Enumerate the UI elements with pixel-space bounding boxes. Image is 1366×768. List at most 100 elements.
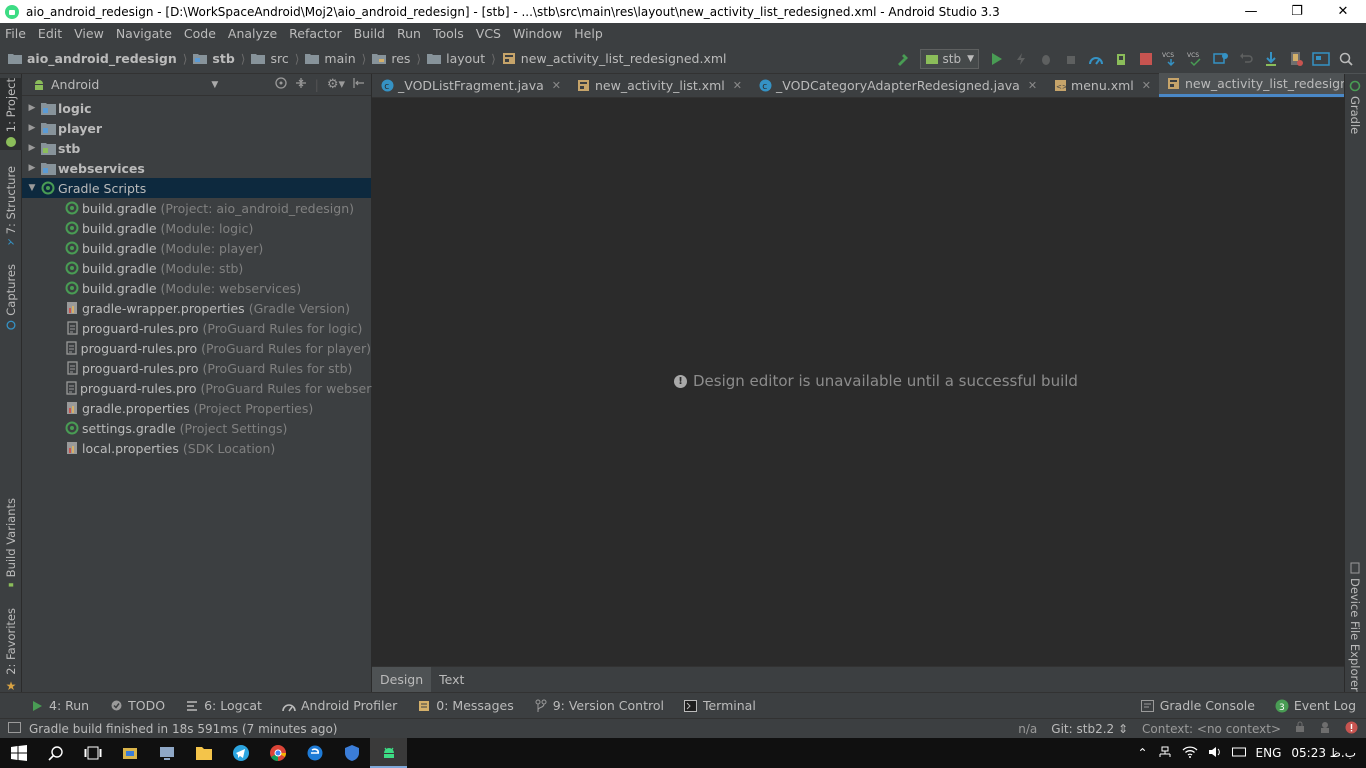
design-editor[interactable]: ! Design editor is unavailable until a s… — [372, 98, 1344, 666]
menu-window[interactable]: Window — [507, 23, 568, 44]
stop-icon[interactable] — [1133, 48, 1158, 70]
tool-messages[interactable]: 0: Messages — [407, 698, 523, 713]
keyboard-icon[interactable] — [1231, 746, 1246, 761]
collapse-all-icon[interactable] — [295, 77, 307, 92]
tab-favorites[interactable]: 2: Favorites ★ — [0, 608, 22, 693]
tree-item-file[interactable]: proguard-rules.pro (ProGuard Rules for we… — [22, 378, 408, 398]
tool-android-profiler[interactable]: Android Profiler — [272, 698, 407, 713]
menu-navigate[interactable]: Navigate — [110, 23, 178, 44]
tree-item-file[interactable]: build.gradle (Project: aio_android_redesi… — [22, 198, 371, 218]
tree-item-file[interactable]: build.gradle (Module: logic) — [22, 218, 371, 238]
close-tab-icon[interactable]: ✕ — [733, 79, 742, 92]
menu-run[interactable]: Run — [391, 23, 427, 44]
folder-icon[interactable] — [185, 738, 222, 768]
editor-tab[interactable]: c _VODCategoryAdapterRedesigned.java ✕ — [750, 73, 1045, 97]
hide-panel-icon[interactable] — [353, 77, 365, 92]
chevron-up-icon[interactable]: ⌃ — [1137, 746, 1147, 760]
make-project-icon[interactable] — [891, 48, 916, 70]
tab-gradle[interactable]: Gradle — [1348, 80, 1362, 134]
tab-project[interactable]: 1: Project — [0, 78, 22, 150]
tree-item-module[interactable]: ▶ stb — [22, 138, 371, 158]
expand-arrow-icon[interactable]: ▶ — [24, 143, 40, 153]
apply-changes-icon[interactable] — [1008, 48, 1033, 70]
tree-item-gradle-scripts[interactable]: ▼ Gradle Scripts — [22, 178, 371, 198]
close-tab-icon[interactable]: ✕ — [1142, 79, 1151, 92]
breadcrumb-item[interactable]: res ⟩ — [372, 51, 427, 66]
virtual-machine-icon[interactable] — [148, 738, 185, 768]
status-message[interactable]: Gradle build finished in 18s 591ms (7 mi… — [29, 722, 338, 736]
tree-item-file[interactable]: build.gradle (Module: stb) — [22, 258, 371, 278]
vcs-compare-icon[interactable] — [1208, 48, 1233, 70]
tool-logcat[interactable]: 6: Logcat — [175, 698, 272, 713]
tool-gradle-console[interactable]: Gradle Console — [1131, 698, 1265, 713]
breadcrumb-item[interactable]: new_activity_list_redesigned.xml — [502, 51, 727, 66]
restore-icon[interactable]: ❐ — [1274, 0, 1320, 23]
lock-icon[interactable] — [1295, 721, 1305, 736]
menu-edit[interactable]: Edit — [32, 23, 68, 44]
tree-item-file[interactable]: proguard-rules.pro (ProGuard Rules for lo… — [22, 318, 371, 338]
menu-code[interactable]: Code — [178, 23, 222, 44]
tree-item-file[interactable]: local.properties (SDK Location) — [22, 438, 371, 458]
telegram-icon[interactable] — [222, 738, 259, 768]
tab-text[interactable]: Text — [431, 667, 472, 693]
tree-item-file[interactable]: settings.gradle (Project Settings) — [22, 418, 371, 438]
tree-item-file[interactable]: build.gradle (Module: player) — [22, 238, 371, 258]
tab-captures[interactable]: Captures — [0, 264, 22, 330]
run-config-select[interactable]: stb ▼ — [919, 48, 979, 69]
run-icon[interactable] — [983, 48, 1008, 70]
inspector-icon[interactable] — [1319, 721, 1331, 736]
breadcrumb-item[interactable]: src ⟩ — [251, 51, 305, 66]
tool-run[interactable]: 4: Run — [0, 698, 99, 713]
sdk-download-icon[interactable] — [1258, 48, 1283, 70]
avd-manager-icon[interactable] — [1283, 48, 1308, 70]
file-manager-icon[interactable] — [111, 738, 148, 768]
tree-item-file[interactable]: build.gradle (Module: webservices) — [22, 278, 371, 298]
expand-arrow-icon[interactable]: ▶ — [24, 123, 40, 133]
editor-tab-active[interactable]: new_activity_list_redesigned.xml ✕ — [1158, 73, 1366, 97]
error-indicator-icon[interactable] — [1345, 721, 1358, 737]
editor-tab[interactable]: c _VODListFragment.java ✕ — [372, 73, 569, 97]
tree-item-file[interactable]: proguard-rules.pro (ProGuard Rules for pl… — [22, 338, 371, 358]
tab-structure[interactable]: 7: Structure — [0, 166, 22, 246]
menu-analyze[interactable]: Analyze — [222, 23, 283, 44]
breadcrumb-item[interactable]: layout ⟩ — [427, 51, 502, 66]
tool-terminal[interactable]: Terminal — [674, 698, 766, 713]
breadcrumb-item[interactable]: main ⟩ — [305, 51, 372, 66]
profile-icon[interactable] — [1083, 48, 1108, 70]
vcs-commit-icon[interactable]: VCS — [1183, 48, 1208, 70]
menu-build[interactable]: Build — [348, 23, 391, 44]
tree-item-module[interactable]: ▶ webservices — [22, 158, 371, 178]
windows-start-icon[interactable] — [0, 738, 37, 768]
wifi-icon[interactable] — [1182, 745, 1198, 761]
undo-icon[interactable] — [1233, 48, 1258, 70]
tree-item-module[interactable]: ▶ logic — [22, 98, 371, 118]
security-shield-icon[interactable] — [333, 738, 370, 768]
tab-build-variants[interactable]: Build Variants — [0, 498, 22, 588]
editor-tab[interactable]: new_activity_list.xml ✕ — [569, 73, 750, 97]
debug-icon[interactable] — [1033, 48, 1058, 70]
minimize-icon[interactable]: — — [1228, 0, 1274, 23]
breadcrumb-item[interactable]: stb ⟩ — [193, 51, 251, 66]
task-view-icon[interactable] — [74, 738, 111, 768]
menu-tools[interactable]: Tools — [427, 23, 470, 44]
attach-debugger-icon[interactable] — [1058, 48, 1083, 70]
tree-item-file[interactable]: proguard-rules.pro (ProGuard Rules for st… — [22, 358, 371, 378]
scroll-from-source-icon[interactable] — [275, 77, 287, 92]
tool-version-control[interactable]: 9: Version Control — [524, 698, 674, 713]
toggle-tool-windows-icon[interactable] — [8, 721, 21, 736]
menu-refactor[interactable]: Refactor — [283, 23, 347, 44]
caret-position[interactable]: n/a — [1018, 722, 1037, 736]
close-tab-icon[interactable]: ✕ — [1028, 79, 1037, 92]
project-structure-icon[interactable] — [1308, 48, 1333, 70]
menu-help[interactable]: Help — [568, 23, 609, 44]
tree-item-module[interactable]: ▶ player — [22, 118, 371, 138]
tree-item-file[interactable]: gradle.properties (Project Properties) — [22, 398, 371, 418]
network-wired-icon[interactable] — [1158, 746, 1172, 761]
tool-todo[interactable]: TODO — [99, 698, 175, 713]
menu-view[interactable]: View — [68, 23, 110, 44]
volume-icon[interactable] — [1208, 746, 1222, 761]
attach-process-icon[interactable] — [1108, 48, 1133, 70]
tab-design[interactable]: Design — [372, 666, 432, 693]
search-icon[interactable] — [1333, 48, 1358, 70]
menu-vcs[interactable]: VCS — [470, 23, 507, 44]
